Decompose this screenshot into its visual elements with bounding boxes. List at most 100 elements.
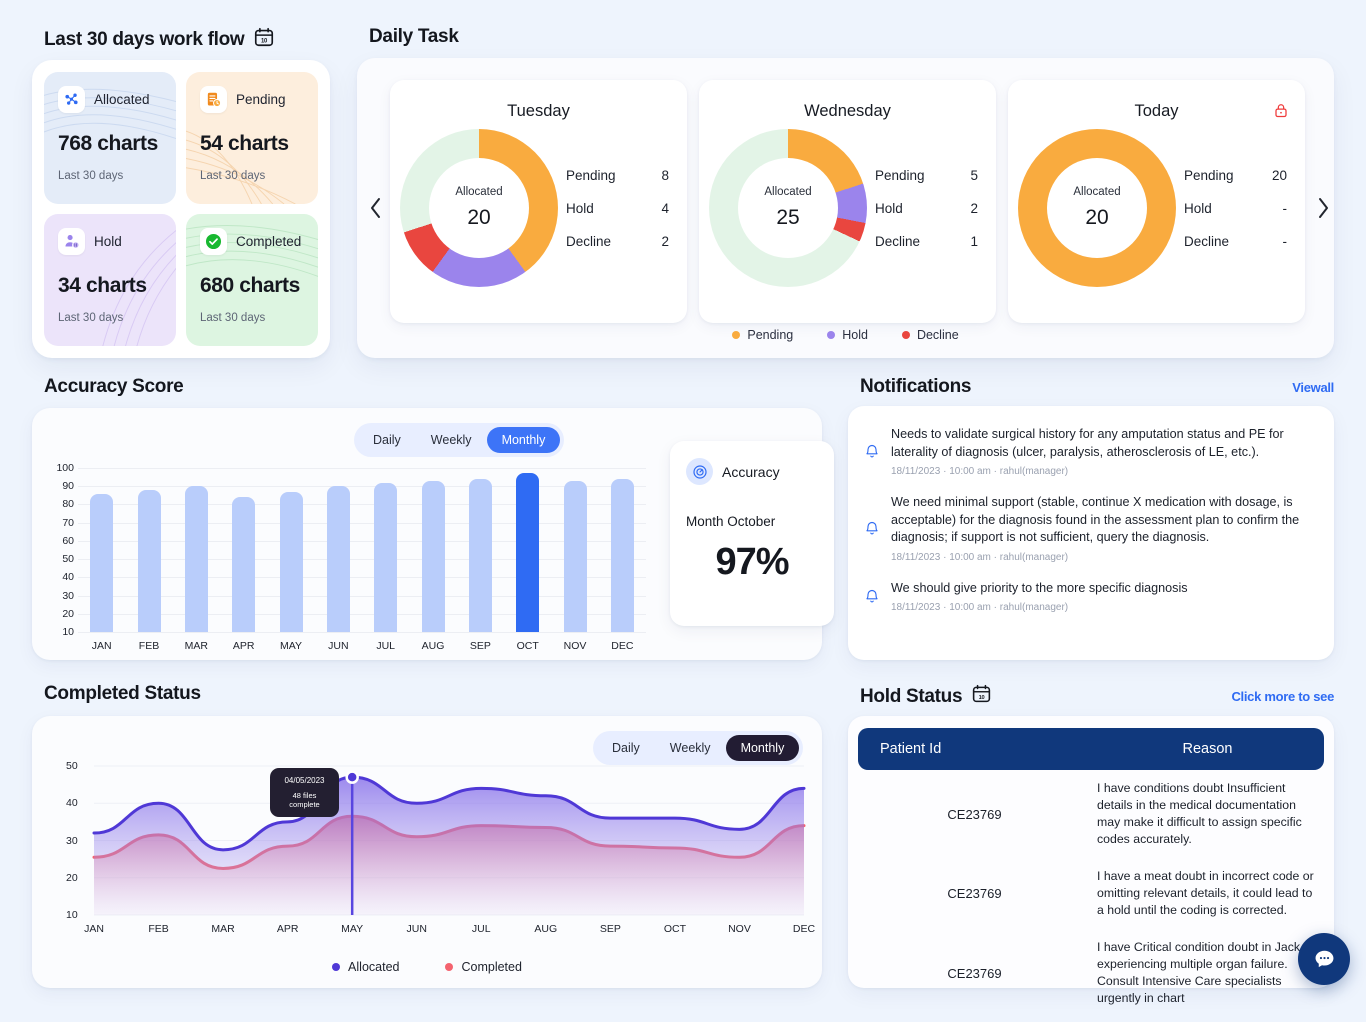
x-axis-tick: FEB	[138, 640, 160, 652]
x-axis-tick: NOV	[728, 923, 751, 935]
bar[interactable]	[468, 478, 492, 632]
hold-status-title-group: Hold Status 10	[860, 683, 992, 710]
notification-item[interactable]: We should give priority to the more spec…	[858, 576, 1320, 627]
accuracy-period-tabs: Daily Weekly Monthly	[354, 423, 565, 457]
x-axis-tick: APR	[276, 923, 299, 935]
notification-item[interactable]: We need minimal support (stable, continu…	[858, 490, 1320, 576]
gridline	[78, 613, 646, 615]
bar[interactable]	[516, 473, 540, 632]
bar[interactable]	[137, 489, 161, 632]
day-stat-label: Decline	[566, 233, 612, 249]
stat-card-hold[interactable]: Hold 34 charts Last 30 days	[44, 214, 176, 346]
legend-dot-completed	[445, 963, 454, 971]
gridline	[78, 577, 646, 579]
x-axis-tick: JAN	[91, 640, 112, 652]
cell-patient-id: CE23769	[947, 965, 1002, 981]
check-circle-icon	[200, 228, 227, 255]
stat-card-pending[interactable]: Pending 54 charts Last 30 days	[186, 72, 318, 204]
table-row[interactable]: CE23769 I have conditions doubt Insuffic…	[858, 770, 1324, 858]
day-stat-value: 2	[970, 200, 978, 216]
y-axis-tick: 100	[56, 462, 74, 474]
bar[interactable]	[610, 478, 634, 632]
daily-task-day-list: Tuesday Allocated 20 Pending 8 Hold 4 De…	[390, 80, 1305, 323]
area-chart-svg	[92, 765, 806, 916]
tab-daily[interactable]: Daily	[358, 427, 416, 453]
table-row[interactable]: CE23769 I have a meat doubt in incorrect…	[858, 858, 1324, 929]
day-title: Tuesday	[507, 102, 570, 120]
day-stat-value: -	[1282, 200, 1288, 216]
notification-text: We should give priority to the more spec…	[891, 580, 1188, 595]
bar[interactable]	[279, 491, 303, 632]
chat-bubble-icon	[1315, 950, 1333, 967]
click-more-link[interactable]: Click more to see	[1231, 689, 1334, 704]
donut-center-value: 20	[467, 206, 491, 229]
tab-monthly[interactable]: Monthly	[486, 427, 561, 453]
cell-reason: I have a meat doubt in incorrect code or…	[1097, 869, 1314, 917]
bar[interactable]	[232, 497, 256, 632]
daily-task-card: Tuesday Allocated 20 Pending 8 Hold 4 De…	[357, 58, 1334, 358]
completed-status-legend: Allocated Completed	[32, 960, 822, 974]
chart-tooltip: 04/05/2023 48 files complete	[270, 768, 339, 817]
bell-icon	[864, 494, 882, 563]
y-axis-tick: 50	[66, 760, 78, 772]
marker-point[interactable]	[345, 770, 359, 784]
daily-task-next-button[interactable]	[1312, 196, 1334, 226]
notifications-card: Needs to validate surgical history for a…	[848, 406, 1334, 660]
cell-patient-id: CE23769	[947, 806, 1002, 822]
day-card-tuesday[interactable]: Tuesday Allocated 20 Pending 8 Hold 4 De…	[390, 80, 687, 323]
stat-label: Hold	[94, 234, 122, 249]
day-stat-value: 1	[970, 233, 978, 249]
legend-label: Completed	[461, 960, 522, 974]
bar[interactable]	[374, 482, 398, 632]
legend-item-completed: Completed	[445, 960, 522, 974]
accuracy-bar-chart: 100 90 80 70 60 50 40 30 20 10 JAN FEB MAR APR MAY JUN J…	[56, 462, 646, 652]
completed-status-section-title: Completed Status	[44, 683, 201, 705]
stat-value: 54 charts	[200, 132, 289, 155]
bar[interactable]	[90, 493, 114, 632]
view-all-link[interactable]: Viewall	[1292, 380, 1334, 395]
bar[interactable]	[563, 480, 587, 632]
stat-card-allocated[interactable]: Allocated 768 charts Last 30 days	[44, 72, 176, 204]
x-axis-tick: MAY	[341, 923, 364, 935]
bar[interactable]	[184, 486, 208, 632]
bell-icon	[864, 426, 882, 477]
stat-card-completed[interactable]: Completed 680 charts Last 30 days	[186, 214, 318, 346]
bar[interactable]	[421, 480, 445, 632]
stat-label: Completed	[236, 234, 302, 249]
notification-item[interactable]: Needs to validate surgical history for a…	[858, 422, 1320, 490]
day-stat-label: Hold	[1184, 200, 1212, 216]
legend-dot-allocated	[332, 963, 341, 971]
notification-meta: 18/11/2023 · 10:00 am · rahul(manager)	[891, 551, 1069, 563]
chat-button[interactable]	[1298, 933, 1350, 985]
network-nodes-icon	[58, 86, 85, 113]
day-card-today[interactable]: Today Allocated 20 Pending 20 Hold - Dec…	[1008, 80, 1305, 323]
day-stat-decline: Decline 1	[873, 225, 996, 258]
chevron-right-icon	[1318, 198, 1328, 218]
y-axis-tick: 40	[66, 797, 78, 810]
bell-icon	[864, 580, 882, 614]
bar[interactable]	[326, 486, 350, 632]
workflow-section-title: Last 30 days work flow 10	[44, 26, 275, 54]
x-axis-tick: OCT	[516, 640, 539, 652]
donut-chart-wednesday: Allocated 25	[709, 129, 867, 287]
donut-chart-tuesday: Allocated 20	[400, 129, 558, 287]
notifications-section-title: Notifications Viewall	[860, 376, 1334, 398]
lock-icon[interactable]	[1273, 102, 1289, 124]
y-axis-tick: 40	[62, 571, 74, 584]
column-header-patient-id: Patient Id	[858, 728, 1091, 770]
workflow-card: Allocated 768 charts Last 30 days Pendin…	[32, 60, 330, 358]
column-header-reason: Reason	[1091, 728, 1324, 770]
table-row[interactable]: CE23769 I have Critical condition doubt …	[858, 929, 1324, 1017]
calendar-icon: 10	[253, 26, 275, 54]
accuracy-percent: 97%	[715, 541, 789, 583]
daily-task-prev-button[interactable]	[364, 196, 386, 226]
cell-reason: I have Critical condition doubt in Jack …	[1097, 940, 1301, 1005]
legend-label: Allocated	[348, 960, 400, 974]
x-axis-tick: AUG	[534, 923, 558, 935]
day-stat-label: Decline	[1184, 233, 1230, 249]
donut-center-label: Allocated	[455, 186, 503, 198]
tab-weekly[interactable]: Weekly	[416, 427, 487, 453]
hold-status-section-title: Hold Status 10 Click more to see	[860, 683, 1334, 710]
day-card-wednesday[interactable]: Wednesday Allocated 25 Pending 5 Hold 2 …	[699, 80, 996, 323]
day-stat-label: Pending	[566, 167, 616, 183]
